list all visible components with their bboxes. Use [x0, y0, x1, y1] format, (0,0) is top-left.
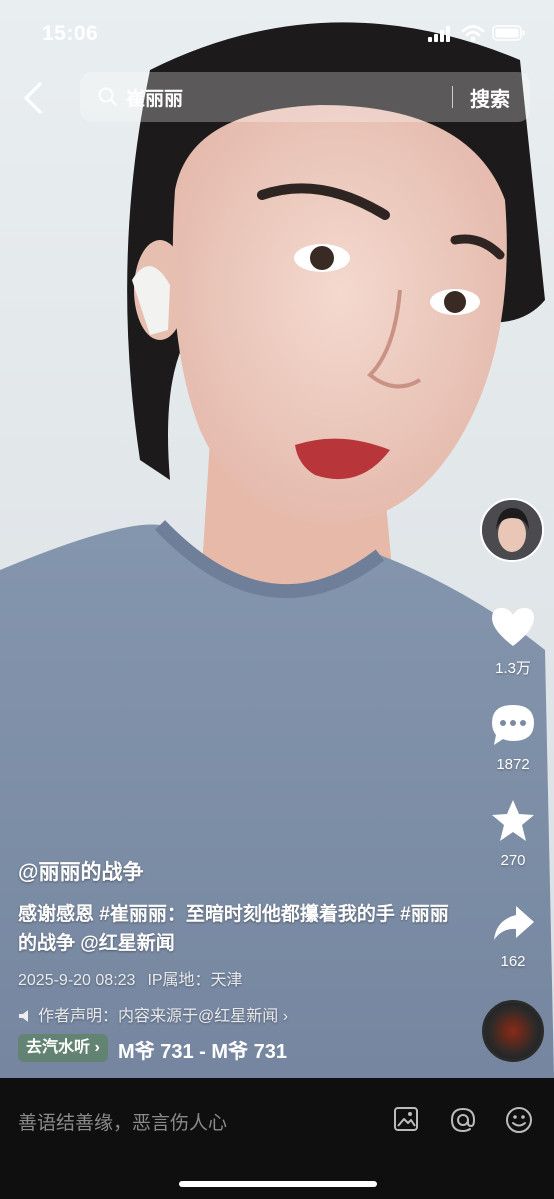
- video-meta: 2025-9-20 08:23 IP属地：天津: [18, 966, 458, 990]
- avatar-image: [482, 500, 542, 560]
- music-tag[interactable]: 去汽水听 ›: [18, 1034, 108, 1062]
- author-avatar[interactable]: [480, 498, 544, 562]
- home-indicator[interactable]: [179, 1181, 377, 1187]
- search-icon: [98, 87, 117, 106]
- status-time: 15:06: [42, 22, 99, 45]
- comment-button[interactable]: 1872: [478, 701, 548, 773]
- wifi-icon: [461, 25, 485, 42]
- image-icon[interactable]: [393, 1106, 419, 1132]
- music-tag-label: 去汽水听: [26, 1039, 91, 1056]
- battery-icon: [492, 25, 525, 41]
- post-date: 2025-9-20 08:23: [18, 972, 136, 989]
- favorite-count: 270: [500, 852, 526, 869]
- video-description: 感谢感恩 #崔丽丽：至暗时刻他都攥着我的手 #丽丽的战争 @红星新闻: [18, 904, 449, 954]
- declaration-text: 作者声明：内容来源于@红星新闻: [38, 1008, 279, 1025]
- share-icon: [494, 906, 534, 940]
- author-name[interactable]: @丽丽的战争: [18, 856, 458, 886]
- favorite-button[interactable]: 270: [478, 797, 548, 869]
- comment-input[interactable]: 善语结善缘，恶言伤人心: [18, 1108, 227, 1135]
- music-track: M爷 731 - M爷 731: [118, 1041, 287, 1063]
- heart-icon: [492, 608, 534, 646]
- search-query[interactable]: 崔丽丽: [126, 84, 183, 111]
- back-chevron-icon: [24, 82, 42, 114]
- comment-count: 1872: [496, 756, 530, 773]
- author-declaration[interactable]: 作者声明：内容来源于@红星新闻 ›: [18, 1002, 458, 1026]
- speaker-icon: [19, 1010, 28, 1022]
- search-bar[interactable]: 崔丽丽 搜索: [80, 72, 530, 122]
- share-count: 162: [500, 953, 526, 970]
- status-bar: 15:06: [0, 0, 554, 64]
- video-caption: @丽丽的战争 感谢感恩 #崔丽丽：至暗时刻他都攥着我的手 #丽丽的战争 @红星新…: [18, 856, 458, 1026]
- music-row[interactable]: 去汽水听 › M爷 731 - M爷 731: [18, 1034, 287, 1064]
- search-button[interactable]: 搜索: [470, 83, 510, 112]
- comment-icon: [492, 705, 534, 745]
- ip-location: IP属地：天津: [147, 972, 243, 989]
- signal-icon: [428, 26, 450, 42]
- mention-icon[interactable]: [449, 1106, 477, 1134]
- search-divider: [452, 86, 453, 108]
- like-count: 1.3万: [495, 660, 531, 677]
- like-button[interactable]: 1.3万: [478, 604, 548, 678]
- share-button[interactable]: 162: [478, 900, 548, 970]
- star-icon: [492, 800, 534, 841]
- back-button[interactable]: [18, 80, 50, 116]
- music-disc[interactable]: [482, 1000, 544, 1062]
- emoji-icon[interactable]: [505, 1106, 533, 1134]
